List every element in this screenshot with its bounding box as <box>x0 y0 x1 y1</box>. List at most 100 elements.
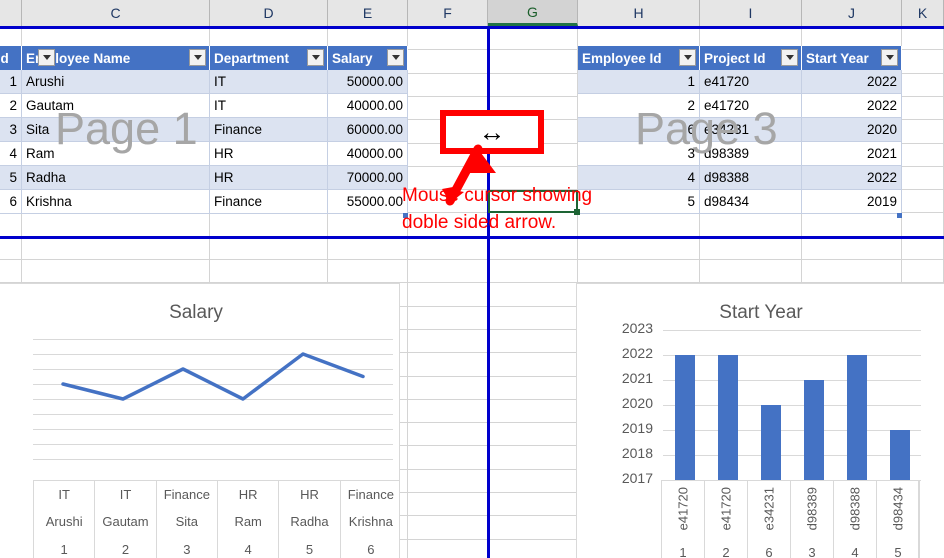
column-header-D[interactable]: D <box>210 0 328 26</box>
filter-dropdown-icon[interactable] <box>189 49 206 66</box>
table-row[interactable]: 6 e34231 2020 <box>578 118 902 142</box>
chart-table-cell: 3 <box>808 544 816 558</box>
cell-id[interactable]: 1 <box>0 70 22 94</box>
chart-table-cell: Radha <box>290 514 329 530</box>
chart-table-cell: d98388 <box>834 481 876 541</box>
cell-start_year[interactable]: 2022 <box>802 166 902 190</box>
employee-table[interactable]: ee Id Employee Name Department Salary 1A… <box>0 46 408 218</box>
cell-project_id[interactable]: e41720 <box>700 94 802 118</box>
cell-salary[interactable]: 50000.00 <box>328 70 408 94</box>
filter-dropdown-icon[interactable] <box>781 49 798 66</box>
cell-start_year[interactable]: 2019 <box>802 190 902 214</box>
table-row[interactable]: 4 Ram HR 40000.00 <box>0 142 408 166</box>
header-salary[interactable]: Salary <box>328 46 408 70</box>
cell-employee_id[interactable]: 3 <box>578 142 700 166</box>
cell-name[interactable]: Arushi <box>22 70 210 94</box>
column-header-G[interactable]: G <box>488 0 578 26</box>
column-header-E[interactable]: E <box>328 0 408 26</box>
cell-employee_id[interactable]: 4 <box>578 166 700 190</box>
cell-employee_id[interactable]: 5 <box>578 190 700 214</box>
cell-id[interactable]: 4 <box>0 142 22 166</box>
start-year-chart[interactable]: Start Year 2023 2022 2021 2020 2019 2018 2017 … <box>576 283 944 558</box>
cell-id[interactable]: 2 <box>0 94 22 118</box>
cell-employee_id[interactable]: 1 <box>578 70 700 94</box>
cell-employee_id[interactable]: 6 <box>578 118 700 142</box>
cell-department[interactable]: Finance <box>210 190 328 214</box>
table-row[interactable]: 3 d98389 2021 <box>578 142 902 166</box>
cell-employee_id[interactable]: 2 <box>578 94 700 118</box>
chart-table-column: d98389 3 <box>791 481 834 558</box>
cell-id[interactable]: 5 <box>0 166 22 190</box>
chart-table-cell: Ram <box>234 514 262 530</box>
chart-table-column: Finance Sita 3 <box>157 481 218 558</box>
header-start-year[interactable]: Start Year <box>802 46 902 70</box>
filter-dropdown-icon[interactable] <box>881 49 898 66</box>
cell-project_id[interactable]: e41720 <box>700 70 802 94</box>
table-resize-handle[interactable] <box>897 213 902 218</box>
cell-id[interactable]: 3 <box>0 118 22 142</box>
cell-project_id[interactable]: e34231 <box>700 118 802 142</box>
y-axis-tick-label: 2023 <box>621 320 653 336</box>
filter-dropdown-icon[interactable] <box>679 49 696 66</box>
table-row[interactable]: 2 Gautam IT 40000.00 <box>0 94 408 118</box>
cell-id[interactable]: 6 <box>0 190 22 214</box>
cell-name[interactable]: Krishna <box>22 190 210 214</box>
column-header-K[interactable]: K <box>902 0 944 26</box>
cell-project_id[interactable]: d98434 <box>700 190 802 214</box>
header-employee-id[interactable]: ee Id <box>0 46 22 70</box>
horizontal-page-break[interactable] <box>0 236 944 239</box>
cell-salary[interactable]: 55000.00 <box>328 190 408 214</box>
y-axis-tick-label: 2019 <box>621 420 653 436</box>
table-row[interactable]: 2 e41720 2022 <box>578 94 902 118</box>
filter-dropdown-icon[interactable] <box>307 49 324 66</box>
column-header-I[interactable]: I <box>700 0 802 26</box>
cell-department[interactable]: HR <box>210 166 328 190</box>
cell-start_year[interactable]: 2020 <box>802 118 902 142</box>
cell-start_year[interactable]: 2022 <box>802 70 902 94</box>
vertical-page-break[interactable] <box>487 26 490 558</box>
y-axis-tick-label: 2022 <box>621 345 653 361</box>
cell-name[interactable]: Radha <box>22 166 210 190</box>
cell-department[interactable]: IT <box>210 70 328 94</box>
cell-name[interactable]: Sita <box>22 118 210 142</box>
table-row[interactable]: 6 Krishna Finance 55000.00 <box>0 190 408 214</box>
chart-table-cell: Arushi <box>45 514 83 530</box>
table-row[interactable]: 3 Sita Finance 60000.00 <box>0 118 408 142</box>
cell-salary[interactable]: 60000.00 <box>328 118 408 142</box>
table-row[interactable]: 1 e41720 2022 <box>578 70 902 94</box>
chart-table-cell: Finance <box>163 487 210 503</box>
header-project-employee-id[interactable]: Employee Id <box>578 46 700 70</box>
header-project-id[interactable]: Project Id <box>700 46 802 70</box>
cell-salary[interactable]: 70000.00 <box>328 166 408 190</box>
table-row[interactable]: 5 Radha HR 70000.00 <box>0 166 408 190</box>
chart-table-column: HR Ram 4 <box>218 481 280 558</box>
filter-dropdown-icon[interactable] <box>387 49 404 66</box>
cell-project_id[interactable]: d98389 <box>700 142 802 166</box>
table-row[interactable]: 4 d98388 2022 <box>578 166 902 190</box>
project-table[interactable]: Employee Id Project Id Start Year 1 e4172… <box>578 46 902 218</box>
cell-department[interactable]: IT <box>210 94 328 118</box>
column-header-F[interactable]: F <box>408 0 488 26</box>
fill-handle[interactable] <box>574 209 580 215</box>
salary-chart[interactable]: Salary IT Arushi 1 IT Gautam 2 Finance Sita 3 HR R… <box>0 283 400 558</box>
column-header-J[interactable]: J <box>802 0 902 26</box>
header-department[interactable]: Department <box>210 46 328 70</box>
column-header-C[interactable]: C <box>22 0 210 26</box>
y-axis-tick-label: 2018 <box>621 445 653 461</box>
table-row[interactable]: 1 Arushi IT 50000.00 <box>0 70 408 94</box>
cell-salary[interactable]: 40000.00 <box>328 94 408 118</box>
filter-dropdown-icon[interactable] <box>38 49 55 66</box>
chart-gridline <box>663 405 921 406</box>
cell-start_year[interactable]: 2022 <box>802 94 902 118</box>
cell-name[interactable]: Gautam <box>22 94 210 118</box>
chart-table-cell: 3 <box>183 541 191 557</box>
cell-salary[interactable]: 40000.00 <box>328 142 408 166</box>
cell-department[interactable]: HR <box>210 142 328 166</box>
cell-name[interactable]: Ram <box>22 142 210 166</box>
cell-project_id[interactable]: d98388 <box>700 166 802 190</box>
column-header-partial[interactable] <box>0 0 22 26</box>
cell-department[interactable]: Finance <box>210 118 328 142</box>
table-row[interactable]: 5 d98434 2019 <box>578 190 902 214</box>
cell-start_year[interactable]: 2021 <box>802 142 902 166</box>
column-header-H[interactable]: H <box>578 0 700 26</box>
